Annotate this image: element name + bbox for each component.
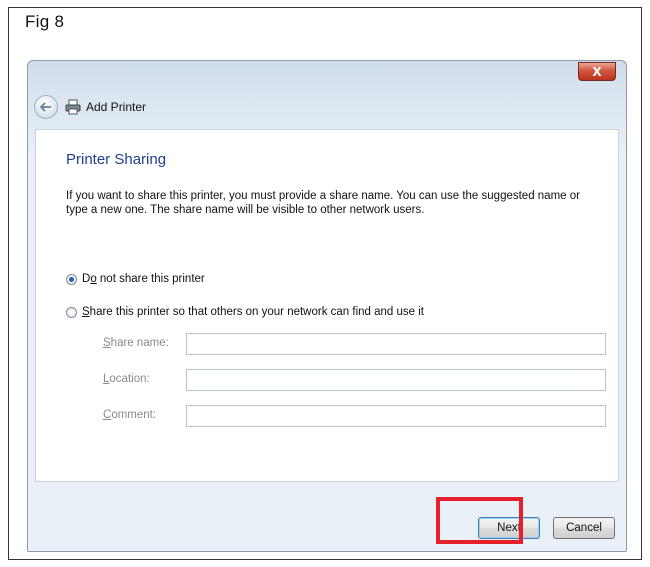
share-name-input[interactable] xyxy=(186,333,606,355)
navigation-bar: Add Printer xyxy=(34,94,146,120)
close-icon: X xyxy=(592,64,602,79)
comment-input[interactable] xyxy=(186,405,606,427)
share-name-label: Share name: xyxy=(103,337,169,349)
wizard-footer: Next Cancel xyxy=(28,482,626,551)
share-printer-radio[interactable] xyxy=(66,306,77,318)
do-not-share-option[interactable]: Do not share this printer xyxy=(66,273,205,285)
do-not-share-label: Do not share this printer xyxy=(82,273,205,285)
next-button-highlight xyxy=(436,497,523,544)
figure-label: Fig 8 xyxy=(25,12,65,31)
back-button[interactable] xyxy=(34,95,58,119)
page-description: If you want to share this printer, you m… xyxy=(66,190,580,216)
close-button[interactable]: X xyxy=(578,62,616,81)
add-printer-dialog: X Add Printer Printer Sharing If you wan… xyxy=(27,60,627,552)
page-title: Printer Sharing xyxy=(66,151,167,168)
cancel-button[interactable]: Cancel xyxy=(553,517,615,539)
back-arrow-icon xyxy=(40,102,51,112)
window-title: Add Printer xyxy=(86,100,147,114)
share-name-row: Share name: xyxy=(103,333,613,355)
comment-row: Comment: xyxy=(103,405,613,427)
printer-icon xyxy=(65,99,81,115)
share-printer-option[interactable]: Share this printer so that others on you… xyxy=(66,306,424,318)
location-label: Location: xyxy=(103,373,150,385)
share-printer-label: Share this printer so that others on you… xyxy=(82,306,424,318)
wizard-page: Printer Sharing If you want to share thi… xyxy=(35,129,619,482)
do-not-share-radio[interactable] xyxy=(66,273,77,285)
location-row: Location: xyxy=(103,369,613,391)
title-bar: X xyxy=(28,61,626,91)
location-input[interactable] xyxy=(186,369,606,391)
comment-label: Comment: xyxy=(103,409,157,421)
